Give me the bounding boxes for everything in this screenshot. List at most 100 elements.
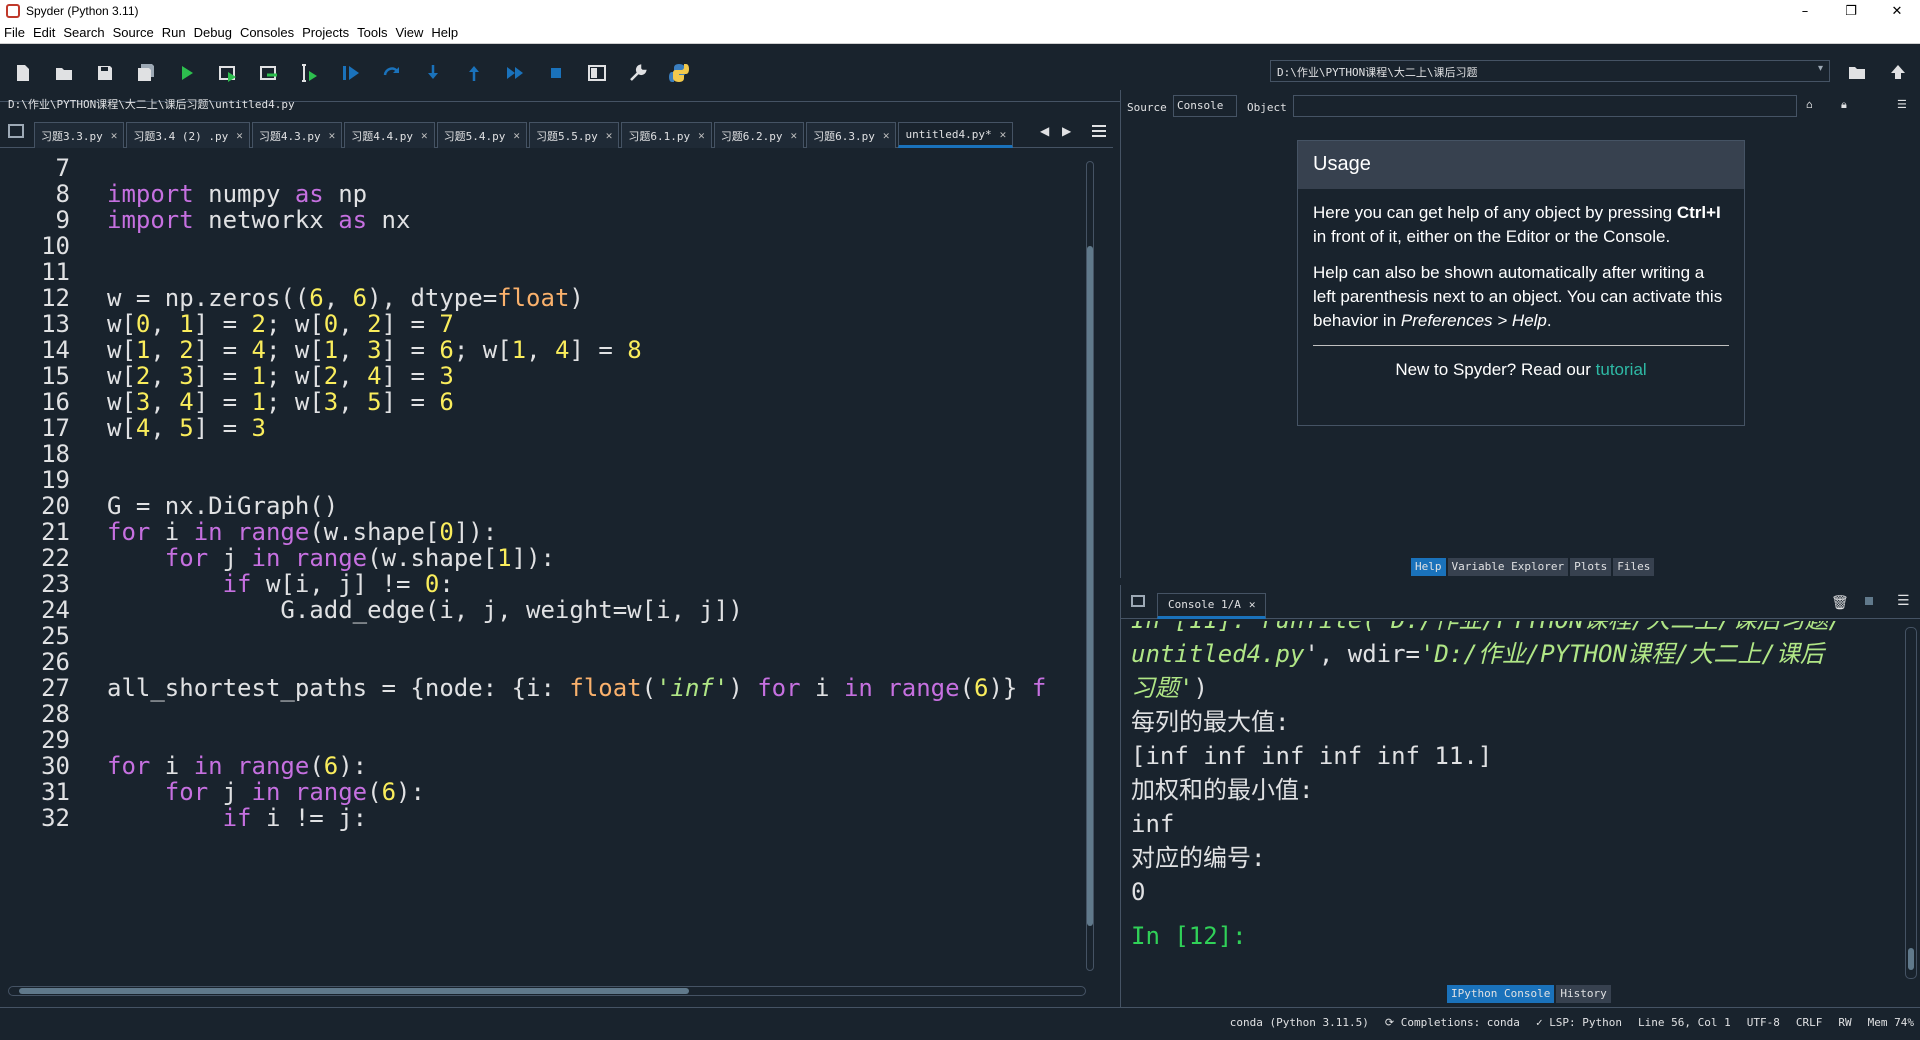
scroll-thumb[interactable] — [1908, 948, 1914, 970]
editor-tab[interactable]: 习题5.4.py ✕ — [436, 122, 527, 148]
close-tab-icon[interactable]: ✕ — [513, 129, 520, 142]
editor-tab-active[interactable]: untitled4.py* ✕ — [898, 122, 1014, 148]
step-return-icon[interactable] — [457, 58, 490, 88]
debug-icon[interactable] — [334, 58, 367, 88]
console-line: 0 — [1131, 878, 1146, 906]
code-line: import networkx as nx — [107, 206, 411, 234]
usage-title: Usage — [1298, 141, 1744, 189]
menu-view[interactable]: View — [391, 25, 427, 40]
browse-tabs-icon[interactable] — [8, 124, 24, 138]
editor-tab[interactable]: 习题5.5.py ✕ — [528, 122, 620, 148]
usage-card: Usage Here you can get help of any objec… — [1297, 140, 1745, 426]
open-file-icon[interactable] — [47, 58, 80, 88]
tab-scroll-right-icon[interactable]: ▶ — [1062, 124, 1071, 138]
run-cell-icon[interactable] — [211, 58, 244, 88]
sync-icon: ⟳ — [1384, 1016, 1401, 1029]
tutorial-link[interactable]: tutorial — [1596, 360, 1647, 379]
step-icon[interactable] — [375, 58, 408, 88]
parent-directory-icon[interactable] — [1884, 58, 1912, 86]
console-options-icon[interactable]: ☰ — [1897, 593, 1910, 609]
close-tab-icon[interactable]: ✕ — [1000, 128, 1007, 141]
close-window-button[interactable]: ✕ — [1874, 0, 1920, 22]
cwd-dropdown-icon[interactable]: ▾ — [1818, 63, 1823, 74]
new-file-icon[interactable] — [6, 58, 39, 88]
menu-run[interactable]: Run — [158, 25, 190, 40]
console-line: 对应的编号: — [1131, 844, 1266, 872]
run-icon[interactable] — [170, 58, 203, 88]
close-tab-icon[interactable]: ✕ — [698, 129, 705, 142]
working-directory-combo[interactable]: D:\作业\PYTHON课程\大二上\课后习题 — [1270, 60, 1830, 82]
tab-plots[interactable]: Plots — [1570, 558, 1612, 576]
maximize-pane-icon[interactable] — [580, 58, 613, 88]
editor-horizontal-scrollbar[interactable] — [8, 986, 1086, 996]
console-tab[interactable]: Console 1/A ✕ — [1157, 593, 1267, 619]
help-options-icon[interactable]: ☰ — [1897, 98, 1907, 111]
minimize-button[interactable]: – — [1782, 0, 1828, 22]
code-editor[interactable]: 7 8 9 10 11 12 13 14 15 16 17 18 19 20 2… — [0, 151, 1113, 987]
editor-tab[interactable]: 习题3.3.py ✕ — [34, 122, 125, 148]
editor-tab[interactable]: 习题6.1.py ✕ — [621, 122, 712, 148]
menu-debug[interactable]: Debug — [190, 25, 236, 40]
editor-tab[interactable]: 习题3.4 (2) .py ✕ — [126, 122, 250, 148]
editor-tab[interactable]: 习题4.4.py ✕ — [344, 122, 435, 148]
editor-tab[interactable]: 习题6.2.py ✕ — [713, 122, 805, 148]
console-prompt[interactable]: In [12]: — [1131, 919, 1901, 953]
close-tab-icon[interactable]: ✕ — [421, 129, 428, 142]
menu-help[interactable]: Help — [427, 25, 462, 40]
code-line: w[3, 4] = 1; w[3, 5] = 6 — [107, 388, 454, 416]
close-tab-icon[interactable]: ✕ — [329, 129, 336, 142]
editor-vertical-scrollbar[interactable] — [1082, 151, 1098, 987]
window-controls: – ❐ ✕ — [1782, 0, 1920, 22]
close-console-icon[interactable]: ✕ — [1249, 598, 1256, 611]
close-tab-icon[interactable]: ✕ — [606, 129, 613, 142]
close-tab-icon[interactable]: ✕ — [883, 129, 890, 142]
preferences-icon[interactable] — [621, 58, 654, 88]
menu-projects[interactable]: Projects — [298, 25, 353, 40]
tab-history[interactable]: History — [1556, 985, 1611, 1003]
editor-options-icon[interactable] — [1092, 125, 1106, 140]
status-environment[interactable]: conda (Python 3.11.5) — [1230, 1016, 1369, 1029]
browse-folder-icon[interactable] — [1843, 58, 1871, 86]
status-lsp[interactable]: ✓ LSP: Python — [1536, 1016, 1622, 1029]
console-line: inf — [1131, 810, 1175, 838]
editor-tab[interactable]: 习题6.3.py ✕ — [806, 122, 897, 148]
close-tab-icon[interactable]: ✕ — [111, 129, 118, 142]
scroll-thumb[interactable] — [1087, 246, 1093, 926]
tab-variable-explorer[interactable]: Variable Explorer — [1447, 558, 1569, 576]
tab-files[interactable]: Files — [1613, 558, 1655, 576]
run-selection-icon[interactable] — [293, 58, 326, 88]
tab-scroll-left-icon[interactable]: ◀ — [1040, 124, 1049, 138]
status-eol: CRLF — [1795, 1016, 1823, 1029]
save-icon[interactable] — [88, 58, 121, 88]
menu-tools[interactable]: Tools — [353, 25, 391, 40]
close-tab-icon[interactable]: ✕ — [790, 129, 797, 142]
tab-label: 习题6.1.py — [628, 129, 691, 143]
scroll-thumb[interactable] — [19, 988, 689, 994]
tab-ipython-console[interactable]: IPython Console — [1447, 985, 1555, 1003]
trash-icon[interactable]: 🗑︎ — [1831, 595, 1849, 611]
editor-tab[interactable]: 习题4.3.py ✕ — [251, 122, 343, 148]
run-cell-advance-icon[interactable] — [252, 58, 285, 88]
lock-icon[interactable]: 🔒︎ — [1841, 98, 1847, 112]
menu-edit[interactable]: Edit — [29, 25, 59, 40]
object-combo[interactable] — [1293, 95, 1797, 117]
menu-search[interactable]: Search — [59, 25, 108, 40]
stop-icon[interactable] — [539, 58, 572, 88]
tab-help[interactable]: Help — [1411, 558, 1446, 576]
restore-button[interactable]: ❐ — [1828, 0, 1874, 22]
status-completions[interactable]: ⟳ Completions: conda — [1385, 1016, 1520, 1029]
console-scrollbar[interactable] — [1905, 627, 1917, 979]
menu-source[interactable]: Source — [109, 25, 158, 40]
source-combo[interactable]: Console — [1173, 95, 1237, 117]
interrupt-kernel-icon[interactable] — [1865, 597, 1873, 605]
python-path-icon[interactable] — [662, 58, 695, 88]
menu-consoles[interactable]: Consoles — [236, 25, 298, 40]
console-output[interactable]: In [11]: runfile('D:/作业/PYTHON课程/大二上/课后习… — [1131, 621, 1901, 971]
menu-file[interactable]: File — [0, 25, 29, 40]
save-all-icon[interactable] — [129, 58, 162, 88]
home-icon[interactable]: ⌂ — [1806, 98, 1813, 111]
step-into-icon[interactable] — [416, 58, 449, 88]
close-tab-icon[interactable]: ✕ — [236, 129, 243, 142]
browse-consoles-icon[interactable] — [1131, 595, 1145, 607]
continue-icon[interactable] — [498, 58, 531, 88]
